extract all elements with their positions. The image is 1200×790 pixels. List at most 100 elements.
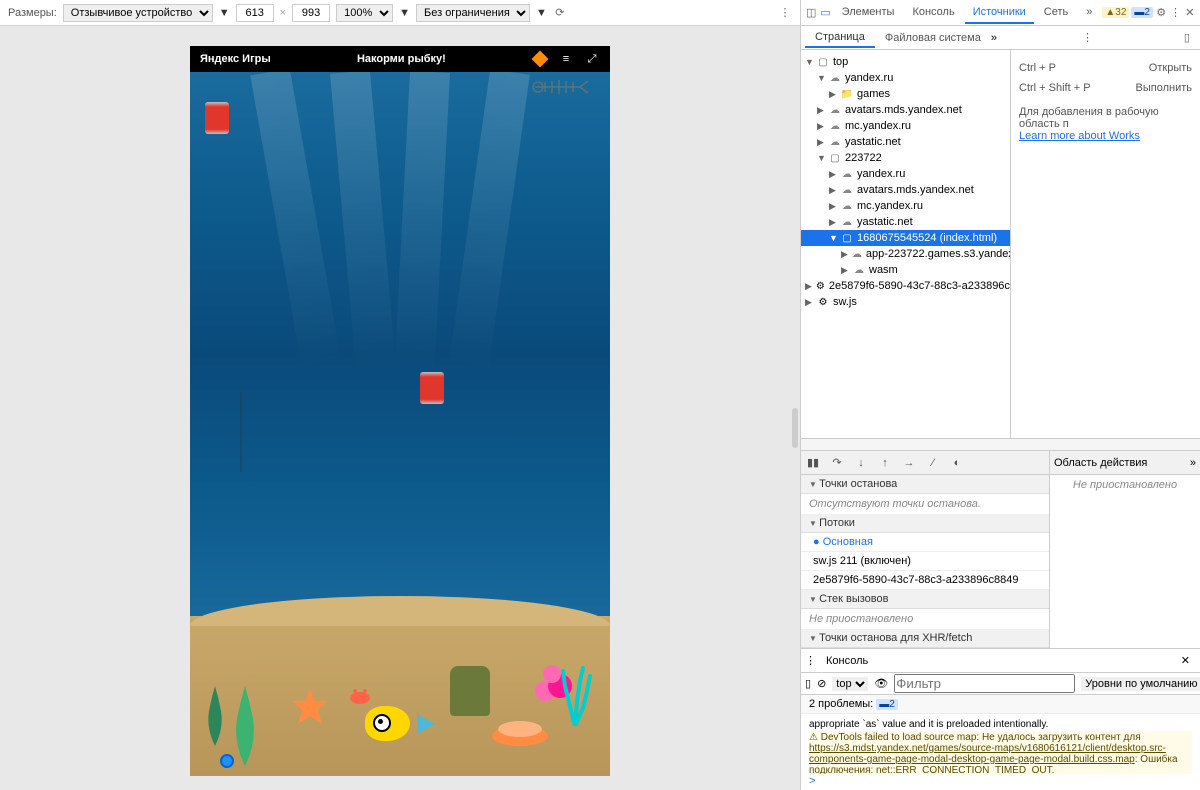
tree-mc[interactable]: ▶☁mc.yandex.ru: [801, 118, 1010, 134]
tree-swjs[interactable]: ▶⚙sw.js: [801, 294, 1010, 310]
debugger-toolbar: ▮▮ ↷ ↓ ↑ → ⁄ ◐: [801, 451, 1049, 475]
device-toolbar: Размеры: Отзывчивое устройство ▼ × 100% …: [0, 0, 800, 26]
context-select[interactable]: top: [832, 677, 868, 691]
game-canvas[interactable]: [190, 72, 610, 776]
subtab-more[interactable]: »: [991, 32, 997, 44]
tree-top[interactable]: ▼▢top: [801, 54, 1010, 70]
dimension-separator: ×: [280, 7, 286, 19]
tree-yandex2[interactable]: ▶☁yandex.ru: [801, 166, 1010, 182]
console-clear-icon[interactable]: ⊘: [817, 677, 826, 690]
game-menu-icon[interactable]: ≡: [558, 51, 574, 67]
zoom-select[interactable]: 100%: [336, 4, 393, 22]
learn-more-link[interactable]: Learn more about Works: [1019, 130, 1192, 142]
thread-main[interactable]: Основная: [801, 533, 1049, 552]
devtools-header: ◫ ▭ Элементы Консоль Источники Сеть » ▲3…: [801, 0, 1200, 26]
console-filter-input[interactable]: [894, 674, 1075, 693]
tab-console[interactable]: Консоль: [904, 2, 962, 24]
game-expand-icon[interactable]: ⤢: [584, 51, 600, 67]
crab-sprite: [345, 686, 375, 706]
horizontal-scrollbar[interactable]: [801, 438, 1200, 450]
tab-more[interactable]: »: [1078, 2, 1100, 24]
width-input[interactable]: [236, 4, 274, 22]
tree-avatars2[interactable]: ▶☁avatars.mds.yandex.net: [801, 182, 1010, 198]
step-into-icon[interactable]: ↓: [853, 455, 869, 471]
console-message: appropriate `as` value and it is preload…: [809, 718, 1192, 731]
tree-yandex[interactable]: ▼☁yandex.ru: [801, 70, 1010, 86]
tree-games[interactable]: ▶📁games: [801, 86, 1010, 102]
tab-sources[interactable]: Источники: [965, 2, 1034, 24]
dropdown-arrow-icon: ▼: [536, 7, 547, 19]
source-info-pane: Ctrl + PОткрыть Ctrl + Shift + PВыполнит…: [1011, 50, 1200, 438]
console-warning: DevTools failed to load source map: Не у…: [809, 731, 1192, 774]
info-badge[interactable]: ▬2: [1131, 7, 1153, 18]
eye-icon[interactable]: 👁: [874, 677, 888, 690]
scope-toolbar: Область действия »: [1050, 451, 1200, 475]
threads-section[interactable]: Потоки: [801, 514, 1049, 533]
player-fish[interactable]: [365, 706, 425, 746]
callstack-section[interactable]: Стек вызовов: [801, 590, 1049, 609]
breakpoints-section[interactable]: Точки останова: [801, 475, 1049, 494]
tab-network[interactable]: Сеть: [1036, 2, 1076, 24]
scope-more[interactable]: »: [1190, 457, 1196, 469]
tree-frame[interactable]: ▼▢223722: [801, 150, 1010, 166]
step-icon[interactable]: →: [901, 455, 917, 471]
tree-yastatic2[interactable]: ▶☁yastatic.net: [801, 214, 1010, 230]
console-kebab[interactable]: ⋮: [805, 654, 816, 667]
shortcut-action: Выполнить: [1136, 82, 1192, 94]
dropdown-arrow-icon: ▼: [399, 7, 410, 19]
game-brand: Яндекс Игры: [200, 53, 271, 65]
tree-appgames[interactable]: ▶☁app-223722.games.s3.yandex.net: [801, 246, 1010, 262]
console-output[interactable]: appropriate `as` value and it is preload…: [801, 714, 1200, 774]
resize-handle[interactable]: [792, 408, 798, 448]
tree-worker[interactable]: ▶⚙2e5879f6-5890-43c7-88c3-a233896c8849: [801, 278, 1010, 294]
problems-bar[interactable]: 2 проблемы: ▬2: [801, 695, 1200, 714]
console-filter-bar: ▯ ⊘ top 👁 Уровни по умолчанию 6 скрыто: [801, 673, 1200, 695]
game-header: Яндекс Игры Накорми рыбку! ≡ ⤢: [190, 46, 610, 72]
sources-subtabs: Страница Файловая система » ⋮ ▯: [801, 26, 1200, 50]
console-prompt[interactable]: >: [801, 774, 1200, 790]
sources-body: ▼▢top ▼☁yandex.ru ▶📁games ▶☁avatars.mds.…: [801, 50, 1200, 438]
settings-icon[interactable]: ⚙: [1155, 4, 1167, 22]
shortcut-key: Ctrl + P: [1019, 62, 1056, 74]
console-title: Консоль: [822, 655, 872, 667]
dropdown-arrow-icon: ▼: [219, 7, 230, 19]
subtab-page[interactable]: Страница: [805, 28, 875, 48]
thread-worker[interactable]: 2e5879f6-5890-43c7-88c3-a233896c8849: [801, 571, 1049, 590]
device-preview-panel: Размеры: Отзывчивое устройство ▼ × 100% …: [0, 0, 800, 790]
tree-yastatic[interactable]: ▶☁yastatic.net: [801, 134, 1010, 150]
subtab-kebab[interactable]: ⋮: [1076, 31, 1099, 44]
throttle-select[interactable]: Без ограничения: [416, 4, 530, 22]
toggle-sidebar-icon[interactable]: ▯: [1178, 31, 1196, 44]
console-sidebar-icon[interactable]: ▯: [805, 677, 811, 690]
step-out-icon[interactable]: ↑: [877, 455, 893, 471]
device-toggle-icon[interactable]: ▭: [819, 4, 831, 22]
console-close-icon[interactable]: ✕: [1175, 654, 1196, 667]
deactivate-icon[interactable]: ⁄: [925, 455, 941, 471]
kebab-icon[interactable]: ⋮: [1169, 4, 1181, 22]
subtab-filesystem[interactable]: Файловая система: [875, 29, 991, 47]
tab-elements[interactable]: Элементы: [834, 2, 903, 24]
game-diamond-icon[interactable]: [532, 51, 548, 67]
warnings-badge[interactable]: ▲32: [1102, 7, 1129, 18]
inspect-icon[interactable]: ◫: [805, 4, 817, 22]
levels-select[interactable]: Уровни по умолчанию: [1081, 677, 1200, 691]
close-icon[interactable]: ✕: [1184, 4, 1196, 22]
scope-empty: Не приостановлено: [1050, 475, 1200, 495]
device-type-select[interactable]: Отзывчивое устройство: [63, 4, 213, 22]
height-input[interactable]: [292, 4, 330, 22]
tree-avatars[interactable]: ▶☁avatars.mds.yandex.net: [801, 102, 1010, 118]
thread-sw[interactable]: sw.js 211 (включен): [801, 552, 1049, 571]
more-icon[interactable]: ⋮: [778, 6, 792, 20]
step-over-icon[interactable]: ↷: [829, 455, 845, 471]
tree-mc2[interactable]: ▶☁mc.yandex.ru: [801, 198, 1010, 214]
pause-exceptions-icon[interactable]: ◐: [949, 455, 965, 471]
tree-indexhtml[interactable]: ▼▢1680675545524 (index.html): [801, 230, 1010, 246]
file-tree[interactable]: ▼▢top ▼☁yandex.ru ▶📁games ▶☁avatars.mds.…: [801, 50, 1011, 438]
tree-wasm[interactable]: ▶☁wasm: [801, 262, 1010, 278]
game-title: Накорми рыбку!: [281, 53, 522, 65]
xhr-section[interactable]: Точки останова для XHR/fetch: [801, 629, 1049, 648]
console-drawer-header: ⋮ Консоль ✕: [801, 649, 1200, 673]
pause-icon[interactable]: ▮▮: [805, 455, 821, 471]
coral-sprite: [490, 711, 550, 746]
rotate-icon[interactable]: ⟳: [553, 6, 567, 20]
